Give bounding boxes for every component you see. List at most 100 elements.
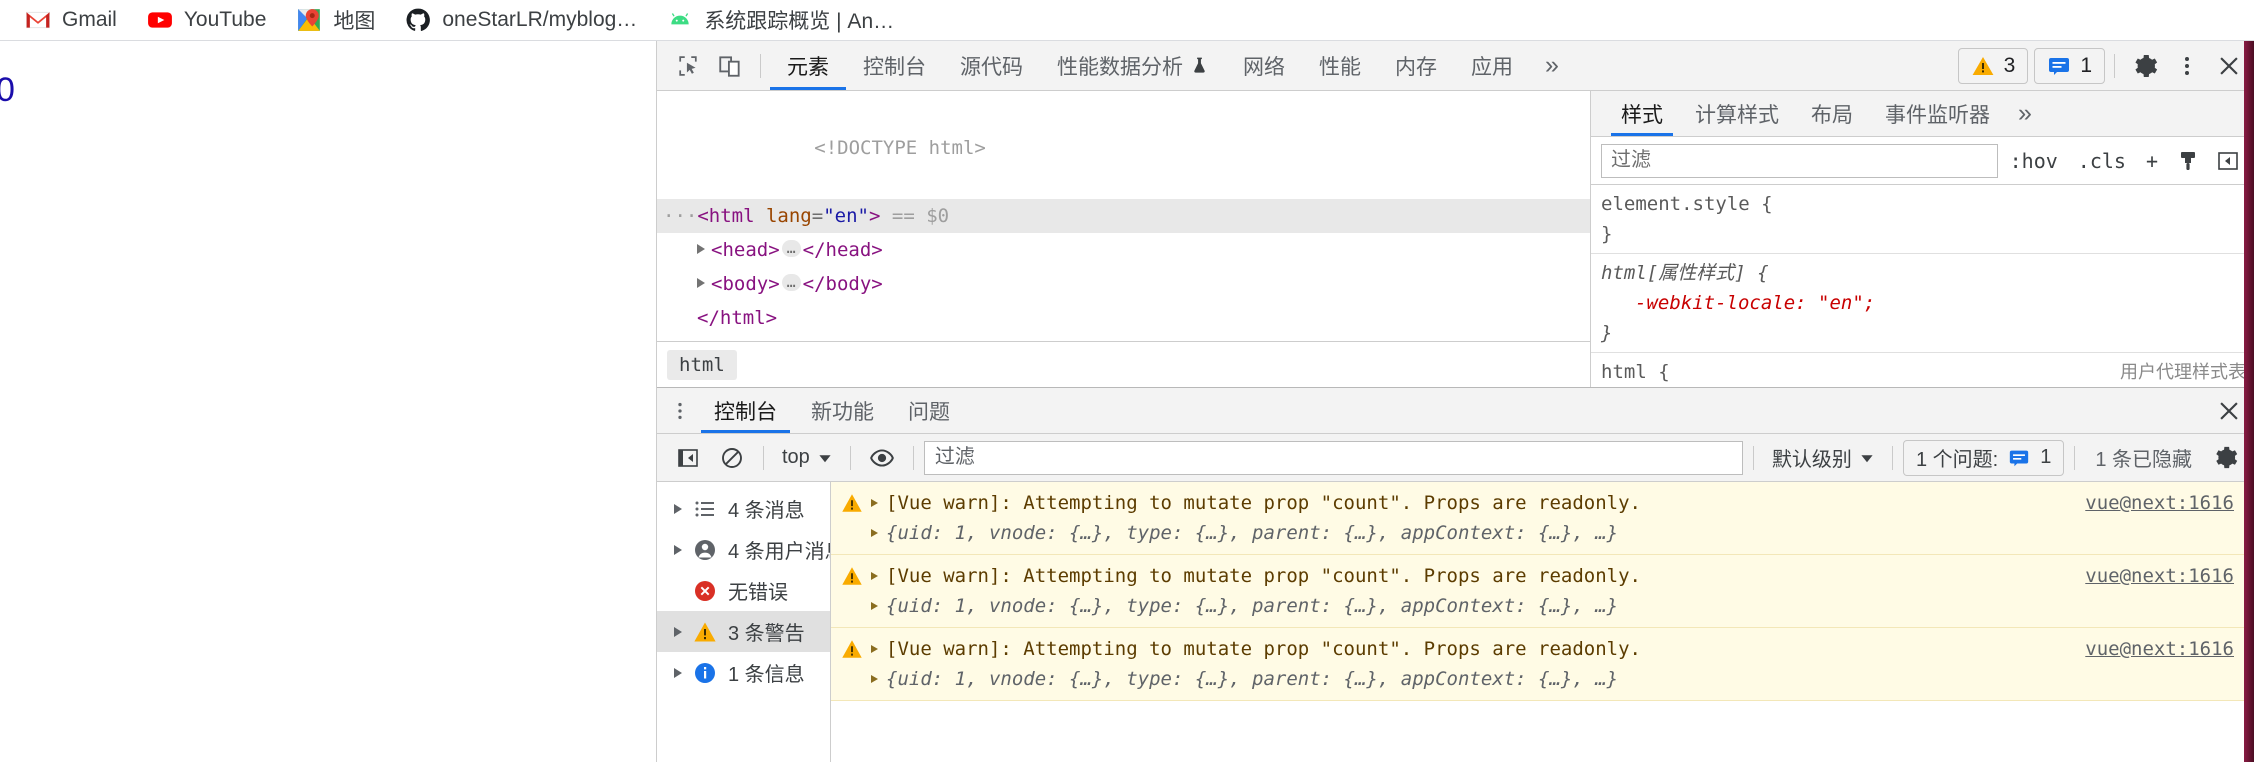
- console-filter-input[interactable]: [923, 440, 1743, 475]
- tab-computed[interactable]: 计算样式: [1679, 91, 1795, 136]
- message-object-preview[interactable]: {uid: 1, vnode: {…}, type: {…}, parent: …: [886, 591, 1618, 621]
- live-expression-icon: [869, 448, 894, 467]
- console-settings-button[interactable]: [2204, 439, 2246, 477]
- console-context-selector[interactable]: top: [774, 446, 840, 469]
- console-body: 4 条消息 4 条用户消息: [657, 482, 2254, 762]
- expand-triangle-icon[interactable]: [674, 626, 682, 637]
- tab-layout[interactable]: 布局: [1795, 91, 1869, 136]
- devtools-main-toolbar: 元素 控制台 源代码 性能数据分析 网络 性能 内存 应用 » 3 1: [657, 41, 2254, 91]
- live-expression-button[interactable]: [861, 439, 903, 477]
- bookmark-android[interactable]: 系统跟踪概览 | An…: [656, 2, 905, 38]
- toggle-element-state-button[interactable]: :hov: [2002, 145, 2066, 177]
- expand-triangle-icon[interactable]: [871, 675, 878, 683]
- style-rule-html-attributes[interactable]: html[属性样式] { -webkit-locale: "en"; }: [1591, 254, 2254, 353]
- clear-console-button[interactable]: [711, 439, 753, 477]
- message-source-link[interactable]: vue@next:1616: [2085, 488, 2234, 518]
- console-sidebar-item-messages[interactable]: 4 条消息: [657, 488, 830, 529]
- bookmark-gmail[interactable]: Gmail: [14, 2, 128, 38]
- styles-filter-input[interactable]: [1601, 143, 1998, 178]
- console-level-selector[interactable]: 默认级别: [1764, 443, 1882, 472]
- console-toolbar-divider-5: [1891, 445, 1893, 470]
- breadcrumb-item-html[interactable]: html: [667, 349, 737, 380]
- message-source-link[interactable]: vue@next:1616: [2085, 634, 2234, 664]
- message-main-row: [Vue warn]: Attempting to mutate prop "c…: [841, 488, 2254, 518]
- console-sidebar-item-warnings[interactable]: 3 条警告: [657, 611, 830, 652]
- collapse-sidebar-button[interactable]: [2210, 144, 2246, 178]
- style-rule-element-style[interactable]: element.style { }: [1591, 185, 2254, 254]
- bookmark-youtube[interactable]: YouTube: [136, 2, 278, 38]
- console-sidebar-item-info[interactable]: 1 条信息: [657, 652, 830, 693]
- expand-triangle-icon[interactable]: [871, 572, 878, 580]
- collapsed-children-badge[interactable]: …: [781, 274, 801, 291]
- tab-console[interactable]: 控制台: [846, 41, 943, 90]
- warning-icon: [1972, 56, 1994, 75]
- chevron-down-icon: [819, 454, 831, 462]
- tab-application[interactable]: 应用: [1454, 41, 1530, 90]
- message-source-link[interactable]: vue@next:1616: [2085, 561, 2234, 591]
- inspect-element-button[interactable]: [667, 45, 709, 87]
- expand-triangle-icon[interactable]: [697, 244, 705, 254]
- message-object-preview[interactable]: {uid: 1, vnode: {…}, type: {…}, parent: …: [886, 518, 1618, 548]
- expand-triangle-icon[interactable]: [674, 503, 682, 514]
- element-classes-button[interactable]: .cls: [2070, 145, 2134, 177]
- dom-head-line[interactable]: <head>… </head>: [657, 233, 1590, 267]
- expand-triangle-icon[interactable]: [871, 602, 878, 610]
- issue-count-badge[interactable]: 1: [2034, 47, 2105, 84]
- new-style-rule-button[interactable]: +: [2138, 145, 2166, 177]
- drawer-tab-issues[interactable]: 问题: [891, 388, 967, 433]
- collapsed-children-badge[interactable]: …: [781, 240, 801, 257]
- console-message-warning[interactable]: [Vue warn]: Attempting to mutate prop "c…: [831, 482, 2254, 555]
- devtools-settings-button[interactable]: [2124, 45, 2166, 87]
- dom-html-end-line[interactable]: </html>: [657, 301, 1590, 335]
- error-icon: [695, 580, 715, 601]
- tab-performance-insights[interactable]: 性能数据分析: [1040, 41, 1226, 90]
- tab-performance[interactable]: 性能: [1302, 41, 1378, 90]
- tab-network[interactable]: 网络: [1226, 41, 1302, 90]
- tab-memory[interactable]: 内存: [1378, 41, 1454, 90]
- dom-body-line[interactable]: <body>… </body>: [657, 267, 1590, 301]
- console-sidebar-toggle-button[interactable]: [667, 439, 709, 477]
- drawer-menu-button[interactable]: [663, 388, 697, 433]
- console-issues-button[interactable]: 1 个问题: 1: [1902, 439, 2065, 476]
- dom-tree[interactable]: <!DOCTYPE html> ···<html lang="en"> == $…: [657, 91, 1590, 341]
- tab-styles[interactable]: 样式: [1605, 91, 1679, 136]
- console-message-list[interactable]: [Vue warn]: Attempting to mutate prop "c…: [831, 482, 2254, 762]
- message-object-preview[interactable]: {uid: 1, vnode: {…}, type: {…}, parent: …: [886, 664, 1618, 694]
- window-edge-strip: [2244, 41, 2254, 762]
- tab-event-listeners[interactable]: 事件监听器: [1869, 91, 2006, 136]
- dom-doctype-line[interactable]: <!DOCTYPE html>: [657, 97, 1590, 199]
- bookmark-maps[interactable]: 地图: [285, 2, 386, 38]
- expand-triangle-icon[interactable]: [697, 278, 705, 288]
- warning-count-badge[interactable]: 3: [1957, 47, 2029, 84]
- rule-declaration[interactable]: -webkit-locale: "en";: [1601, 288, 2254, 318]
- tab-label: 网络: [1243, 55, 1285, 79]
- drawer-tab-console[interactable]: 控制台: [697, 388, 794, 433]
- computed-style-brush-button[interactable]: [2170, 144, 2206, 178]
- toolbar-divider: [760, 53, 761, 78]
- console-message-warning[interactable]: [Vue warn]: Attempting to mutate prop "c…: [831, 555, 2254, 628]
- console-sidebar-item-errors[interactable]: 无错误: [657, 570, 830, 611]
- console-message-warning[interactable]: [Vue warn]: Attempting to mutate prop "c…: [831, 628, 2254, 701]
- console-toolbar-divider-3: [912, 445, 914, 470]
- dom-html-line[interactable]: ···<html lang="en"> == $0: [657, 199, 1590, 233]
- expand-triangle-icon[interactable]: [871, 499, 878, 507]
- rule-close-brace: }: [1601, 322, 1613, 344]
- tab-more-panels-button[interactable]: »: [1530, 41, 1574, 90]
- device-toolbar-button[interactable]: [709, 45, 751, 87]
- expand-triangle-icon[interactable]: [871, 645, 878, 653]
- sidebar-item-label: 1 条信息: [728, 664, 805, 686]
- tab-elements[interactable]: 元素: [770, 41, 846, 90]
- style-rule-html-ua[interactable]: html { 用户代理样式表: [1591, 353, 2254, 387]
- console-sidebar-item-user-messages[interactable]: 4 条用户消息: [657, 529, 830, 570]
- dom-selected-ref: == $0: [891, 205, 950, 227]
- expand-triangle-icon[interactable]: [871, 529, 878, 537]
- styles-more-tabs-button[interactable]: »: [2006, 91, 2044, 136]
- warning-count: 3: [2003, 53, 2016, 77]
- drawer-tab-whats-new[interactable]: 新功能: [794, 388, 891, 433]
- tab-sources[interactable]: 源代码: [943, 41, 1040, 90]
- devtools-more-options-button[interactable]: [2166, 45, 2208, 87]
- expand-triangle-icon[interactable]: [674, 544, 682, 555]
- styles-rules-list[interactable]: element.style { } html[属性样式] { -webkit-l…: [1591, 185, 2254, 387]
- bookmark-github[interactable]: oneStarLR/myblog…: [394, 2, 648, 38]
- expand-triangle-icon[interactable]: [674, 667, 682, 678]
